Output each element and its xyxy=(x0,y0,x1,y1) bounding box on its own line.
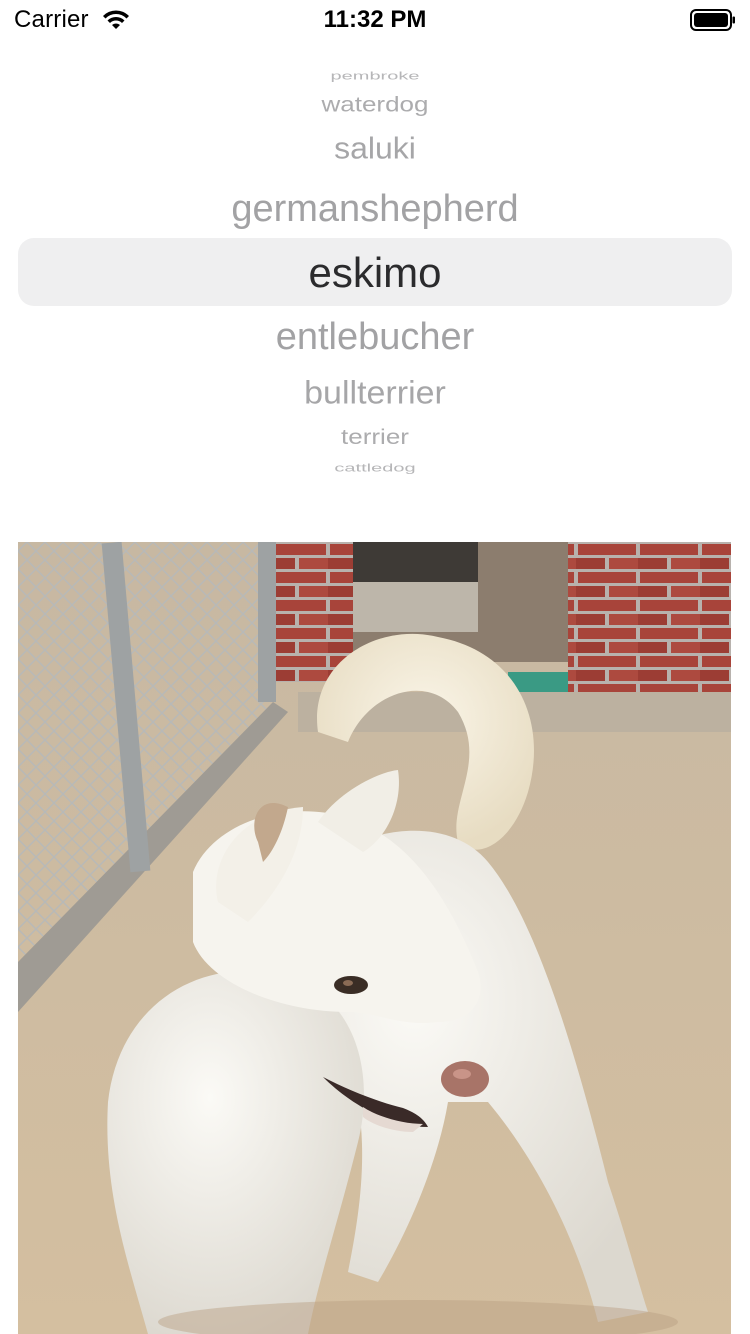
picker-row[interactable]: bullterrier xyxy=(18,377,732,409)
picker-row[interactable]: pembroke xyxy=(18,71,732,82)
picker-row[interactable]: waterdog xyxy=(18,93,732,114)
breed-picker[interactable]: pembroke waterdog saluki germanshepherd … xyxy=(18,52,732,492)
screen: Carrier 11:32 PM pembroke waterdog saluk… xyxy=(0,0,750,1334)
status-bar: Carrier 11:32 PM xyxy=(0,0,750,40)
clock: 11:32 PM xyxy=(323,6,427,33)
picker-row[interactable]: saluki xyxy=(18,133,732,163)
picker-row[interactable]: terrier xyxy=(18,427,732,448)
dog-photo xyxy=(18,542,731,1334)
picker-row[interactable]: cattledog xyxy=(18,463,732,474)
battery-full-icon xyxy=(690,9,735,31)
picker-row-selected[interactable]: eskimo xyxy=(18,252,732,294)
picker-row[interactable]: germanshepherd xyxy=(18,190,732,228)
picker-row[interactable]: entlebucher xyxy=(18,318,732,356)
